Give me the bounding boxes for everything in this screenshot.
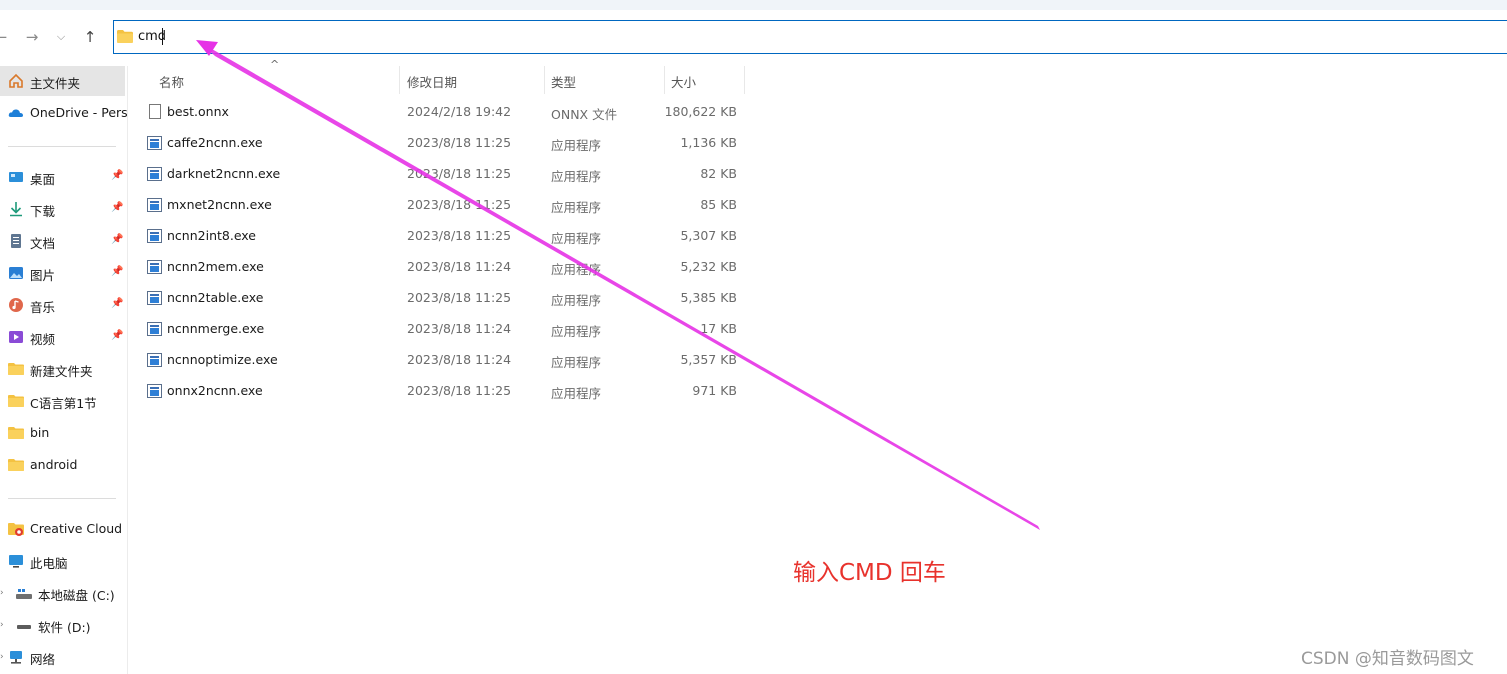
annotation-arrow [196,40,1040,530]
annotation-text: 输入CMD 回车 [793,560,946,586]
watermark: CSDN @知音数码图文 [1301,649,1474,669]
